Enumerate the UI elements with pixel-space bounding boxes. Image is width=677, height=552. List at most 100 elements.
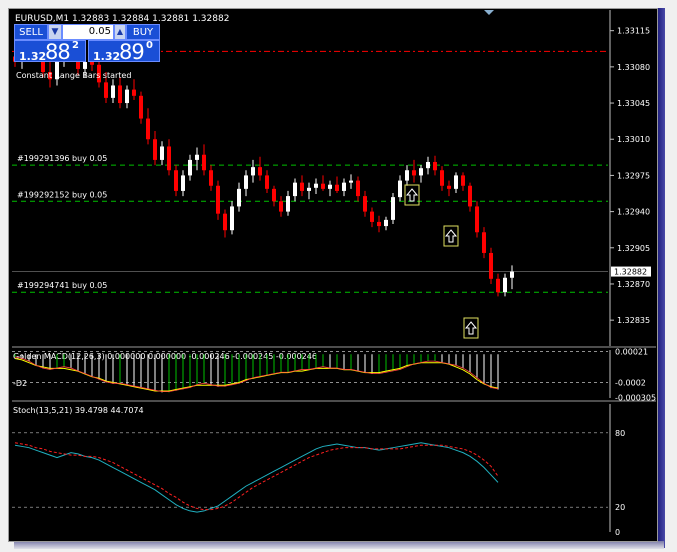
sell-price-prefix: 1.32 xyxy=(19,50,47,63)
order-label: #199294741 buy 0.05 xyxy=(17,281,107,290)
stoch-tick-label: 20 xyxy=(615,503,625,512)
price-tick-label: 1.33045 xyxy=(617,99,650,108)
order-label: #199291396 buy 0.05 xyxy=(17,154,107,163)
candle-body xyxy=(118,85,122,104)
candle-body xyxy=(265,175,269,189)
price-tick-label: 1.33010 xyxy=(617,135,650,144)
candle-body xyxy=(216,185,220,214)
price-tick-label: 1.33080 xyxy=(617,63,650,72)
lot-down-chevron-icon[interactable]: ▼ xyxy=(48,24,62,40)
candle-body xyxy=(440,170,444,186)
price-tick-label: 1.32975 xyxy=(617,171,650,180)
candle-body xyxy=(349,180,353,183)
candle-body xyxy=(363,196,367,212)
chart-canvas[interactable]: EURUSD,M1 1.32883 1.32884 1.32881 1.3288… xyxy=(0,0,677,552)
candle-body xyxy=(202,154,206,171)
range-bars-annotation: Constant Range Bars started xyxy=(16,71,131,80)
candle-body xyxy=(223,213,227,231)
lot-up-chevron-icon[interactable]: ▲ xyxy=(114,24,126,40)
buy-price-box[interactable]: 1.32 89 0 xyxy=(88,40,160,64)
candle-body xyxy=(174,170,178,191)
candle-body xyxy=(111,85,115,98)
candle-body xyxy=(419,168,423,176)
sell-price-box[interactable]: 1.32 88 2 xyxy=(14,40,86,64)
scroll-marker-icon xyxy=(484,10,494,15)
buy-price-sup: 0 xyxy=(146,40,153,51)
sell-price-main: 88 xyxy=(45,40,71,64)
candle-body xyxy=(405,170,409,181)
stoch-title: Stoch(13,5,21) 39.4798 44.7074 xyxy=(13,406,144,415)
candle-body xyxy=(370,211,374,222)
candle-body xyxy=(384,219,388,227)
buy-price-prefix: 1.32 xyxy=(93,50,121,63)
candle-body xyxy=(272,188,276,202)
symbol-title: EURUSD,M1 1.32883 1.32884 1.32881 1.3288… xyxy=(15,14,229,24)
stoch-signal-line xyxy=(14,442,499,511)
candle-body xyxy=(167,146,171,171)
order-label: #199292152 buy 0.05 xyxy=(17,190,107,199)
price-tick-label: 1.32870 xyxy=(617,280,650,289)
buy-price-main: 89 xyxy=(119,40,145,64)
candle-body xyxy=(468,185,472,207)
candle-body xyxy=(321,183,325,189)
candle-body xyxy=(181,175,185,191)
candle-body xyxy=(433,161,437,171)
candle-body xyxy=(209,170,213,186)
buy-arrow-icon xyxy=(444,229,458,243)
candle-body xyxy=(139,95,143,119)
candle-body xyxy=(496,278,500,293)
candle-body xyxy=(286,196,290,212)
buy-button[interactable]: BUY xyxy=(126,24,160,40)
macd-main-line xyxy=(14,356,499,392)
candle-body xyxy=(398,180,402,198)
candle-body xyxy=(489,252,493,279)
sell-price-sup: 2 xyxy=(72,40,79,51)
candle-body xyxy=(454,175,458,189)
macd-label: -D2 xyxy=(13,379,27,388)
candle-body xyxy=(426,161,430,169)
candle-body xyxy=(258,167,262,176)
candle-body xyxy=(503,277,507,293)
candle-body xyxy=(412,170,416,176)
candle-body xyxy=(482,232,486,253)
candle-body xyxy=(146,118,150,140)
candle-body xyxy=(461,175,465,186)
candle-body xyxy=(335,184,339,191)
candle-body xyxy=(160,146,164,160)
current-price-label: 1.32882 xyxy=(614,268,647,277)
candle-body xyxy=(447,185,451,189)
candle-body xyxy=(188,159,192,176)
buy-arrow-icon xyxy=(464,321,478,335)
candle-body xyxy=(300,182,304,191)
candle-body xyxy=(377,221,381,227)
candle-body xyxy=(475,206,479,233)
candle-body xyxy=(125,89,129,104)
price-tick-label: 1.32905 xyxy=(617,244,650,253)
buy-arrow-icon xyxy=(405,188,419,202)
candle-body xyxy=(153,139,157,160)
candle-body xyxy=(307,187,311,191)
candle-body xyxy=(230,206,234,231)
candle-body xyxy=(279,201,283,212)
candle-body xyxy=(244,175,248,189)
price-tick-label: 1.32940 xyxy=(617,208,650,217)
candle-body xyxy=(314,183,318,188)
candle-body xyxy=(293,182,297,197)
stoch-tick-label: 80 xyxy=(615,429,625,438)
sell-button[interactable]: SELL xyxy=(14,24,48,40)
candle-body xyxy=(251,167,255,176)
stoch-main-line xyxy=(14,442,499,513)
candle-body xyxy=(132,89,136,96)
candle-body xyxy=(104,82,108,98)
one-click-trading-panel[interactable]: SELL ▼ 0.05 ▲ BUY 1.32 88 2 1.32 89 0 xyxy=(14,24,160,64)
stoch-tick-label: 0 xyxy=(615,528,620,537)
price-tick-label: 1.32835 xyxy=(617,316,650,325)
macd-title: Golden MACD(12,26,3) 0.000000 0.000000 -… xyxy=(13,352,317,361)
candle-body xyxy=(356,180,360,197)
candle-body xyxy=(510,271,514,278)
lot-size-input[interactable]: 0.05 xyxy=(62,24,114,40)
price-tick-label: 1.33115 xyxy=(617,27,650,36)
candle-body xyxy=(391,197,395,220)
candle-body xyxy=(195,154,199,160)
candle-body xyxy=(237,188,241,207)
